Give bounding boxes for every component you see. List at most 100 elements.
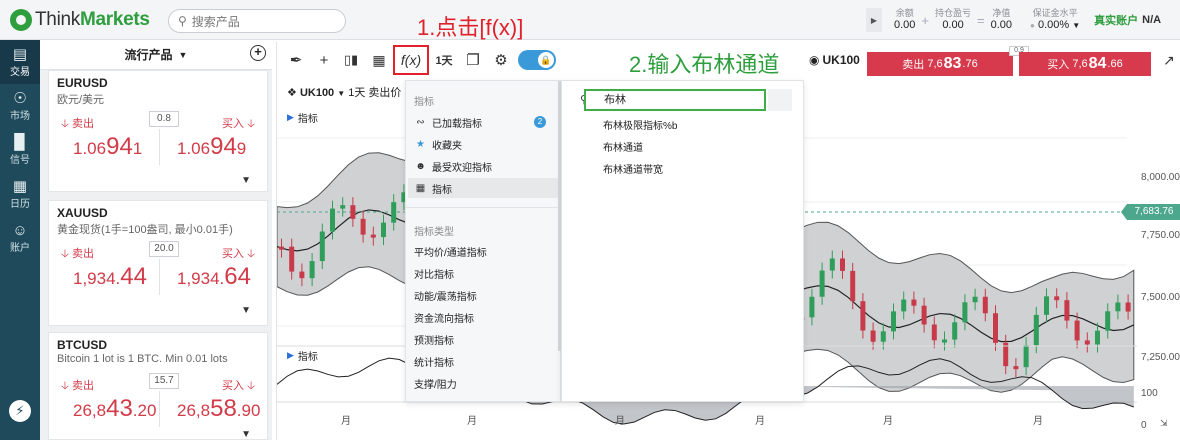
price-divider: [159, 259, 160, 295]
real-account-label[interactable]: 真实账户: [1094, 12, 1138, 28]
candle-body: [381, 222, 386, 238]
expand-caret-icon[interactable]: ▼: [241, 429, 251, 440]
price-big: 64: [224, 263, 251, 290]
instrument-card-xauusd[interactable]: XAUUSD 黄金现货(1手=100盎司, 最小0.01手) 🡣 卖出 20.0…: [48, 200, 268, 326]
menu-type-item[interactable]: 平均价/通道指标: [414, 241, 554, 261]
crosshair-icon[interactable]: +: [311, 46, 337, 74]
gear-icon[interactable]: ⚙: [487, 46, 515, 74]
sell-price-button[interactable]: 1,934.44: [73, 263, 147, 291]
expand-caret-icon[interactable]: ▼: [241, 305, 251, 316]
sell-price-button[interactable]: 26,843.20: [73, 395, 156, 423]
result-item-bb-percent[interactable]: 布林极限指标%b: [603, 117, 677, 132]
menu-item-label: 平均价/通道指标: [414, 247, 487, 259]
menu-type-item[interactable]: 统计指标: [414, 351, 554, 371]
menu-type-item[interactable]: 对比指标: [414, 263, 554, 283]
left-nav: ▤ 交易 ☉ 市场 ▉ 信号 ▦ 日历 ☺ 账户 ⚡: [0, 40, 40, 440]
candle-body: [1044, 296, 1049, 315]
menu-item-label: 收藏夹: [432, 140, 462, 152]
chart-buy-button[interactable]: 买入 7,6 84.66: [1019, 52, 1151, 76]
price-divider: [159, 391, 160, 427]
instrument-card-eurusd[interactable]: EURUSD 欧元/美元 🡣 卖出 0.8 买入 🡣 1.06941 1.069…: [48, 70, 268, 192]
collapse-arrow-icon[interactable]: ▶: [866, 8, 882, 32]
layout-grid-icon[interactable]: ▦: [365, 46, 393, 74]
equity-value: 0.00: [990, 19, 1013, 31]
watchlist-header[interactable]: 流行产品 ▼ +: [40, 40, 272, 70]
buy-price-button[interactable]: 26,858.90: [177, 395, 260, 423]
nav-signals[interactable]: ▉ 信号: [0, 128, 40, 172]
candle-body: [982, 296, 988, 314]
menu-item-label: 统计指标: [414, 357, 454, 369]
result-item-bollinger-bands[interactable]: 布林通道: [603, 139, 643, 154]
x-tick: 月: [467, 416, 477, 427]
x-tick: 月: [1033, 416, 1043, 427]
resize-icon[interactable]: ⇲: [1160, 418, 1168, 429]
top-bar: Think Markets ⚲ 搜索产品 ▶ 余额 0.00 + 持仓盈亏 0.…: [0, 0, 1180, 40]
menu-type-item[interactable]: 预测指标: [414, 329, 554, 349]
nav-market[interactable]: ☉ 市场: [0, 84, 40, 128]
menu-item-label: 动能/震荡指标: [414, 291, 477, 303]
copy-icon[interactable]: ❐: [459, 46, 487, 74]
expand-caret-icon[interactable]: ▼: [241, 175, 251, 186]
sell-label: 🡣 卖出: [61, 380, 94, 392]
price-big: 43: [106, 395, 133, 422]
nav-label: 日历: [10, 199, 30, 210]
menu-item-popular[interactable]: ☻ 最受欢迎指标: [414, 156, 554, 176]
candle-body: [350, 205, 356, 219]
instrument-card-btcusd[interactable]: BTCUSD Bitcoin 1 lot is 1 BTC. Min 0.01 …: [48, 332, 268, 440]
price-big: 44: [120, 263, 147, 290]
osc-tick: 100: [1141, 388, 1158, 399]
account-icon: ☺: [12, 222, 28, 239]
pl-metric: 持仓盈亏 0.00: [935, 8, 971, 32]
step1-annotation: 1.点击[f(x)]: [417, 15, 524, 40]
popout-icon[interactable]: ↗: [1163, 52, 1175, 69]
chart-info[interactable]: ❖ UK100 ▼ 1天 卖出价: [287, 84, 401, 100]
step2-annotation: 2.输入布林通道: [629, 52, 780, 77]
flash-trade-icon[interactable]: ⚡: [9, 400, 31, 422]
buy-label: 买入 🡣: [222, 248, 255, 260]
draw-pen-icon[interactable]: ✒: [281, 46, 311, 74]
add-instrument-icon[interactable]: +: [250, 45, 266, 61]
buy-price-button[interactable]: 1.06949: [177, 133, 246, 161]
thinkmarkets-logo[interactable]: Think Markets: [10, 8, 150, 32]
price-post: .76: [962, 58, 978, 70]
indicator-toggle-main[interactable]: ▶ 指标: [287, 110, 318, 125]
chart-sell-button[interactable]: 卖出 7,6 83.76: [867, 52, 1013, 76]
sell-price-button[interactable]: 1.06941: [73, 133, 142, 161]
margin-metric[interactable]: 保证金水平 ● 0.00% ▼: [1030, 8, 1080, 33]
spread-value: 20.0: [149, 241, 179, 257]
menu-type-item[interactable]: 支撑/阻力: [414, 373, 554, 393]
price-big: 94: [210, 133, 237, 160]
nav-account[interactable]: ☺ 账户: [0, 216, 40, 260]
timeframe-button[interactable]: 1天: [429, 46, 459, 74]
candle-body: [860, 301, 866, 331]
account-summary: ▶ 余额 0.00 + 持仓盈亏 0.00 = 净值 0.00 保证金水平 ● …: [866, 6, 1180, 34]
candle-body: [1064, 300, 1070, 321]
menu-type-item[interactable]: 动能/震荡指标: [414, 285, 554, 305]
indicator-fx-button[interactable]: f(x): [393, 45, 429, 75]
search-clear-area[interactable]: [768, 89, 792, 111]
candle-body: [880, 331, 886, 342]
menu-item-favorites[interactable]: ★ 收藏夹: [414, 134, 554, 154]
chart-info-timeframe: 1天: [348, 87, 366, 99]
equity-metric: 净值 0.00: [991, 8, 1012, 32]
candle-body: [931, 324, 937, 341]
lock-toggle[interactable]: 🔒: [515, 46, 559, 74]
menu-item-label: 支撑/阻力: [414, 379, 457, 391]
candle-body: [330, 208, 335, 232]
search-icon: ⚲: [178, 14, 187, 28]
result-item-bb-width[interactable]: 布林通道带宽: [603, 161, 663, 176]
product-search-input[interactable]: ⚲ 搜索产品: [168, 9, 346, 33]
candles-icon[interactable]: ▯▮: [337, 46, 365, 74]
buy-label: 买入 🡣: [222, 380, 255, 392]
buy-price-button[interactable]: 1,934.64: [177, 263, 251, 291]
indicator-search-input[interactable]: 布林: [584, 89, 766, 111]
nav-trade[interactable]: ▤ 交易: [0, 40, 40, 84]
menu-type-item[interactable]: 资金流向指标: [414, 307, 554, 327]
signal-icon: ▉: [14, 134, 26, 151]
indicator-toggle-osc[interactable]: ▶ 指标: [287, 348, 318, 363]
menu-item-indicators[interactable]: ▦ 指标: [408, 178, 558, 198]
symbol-badge-icon: ◉: [809, 53, 820, 67]
menu-item-loaded[interactable]: ∾ 已加载指标 2: [414, 112, 554, 132]
nav-calendar[interactable]: ▦ 日历: [0, 172, 40, 216]
chart-symbol[interactable]: UK100: [822, 53, 859, 67]
